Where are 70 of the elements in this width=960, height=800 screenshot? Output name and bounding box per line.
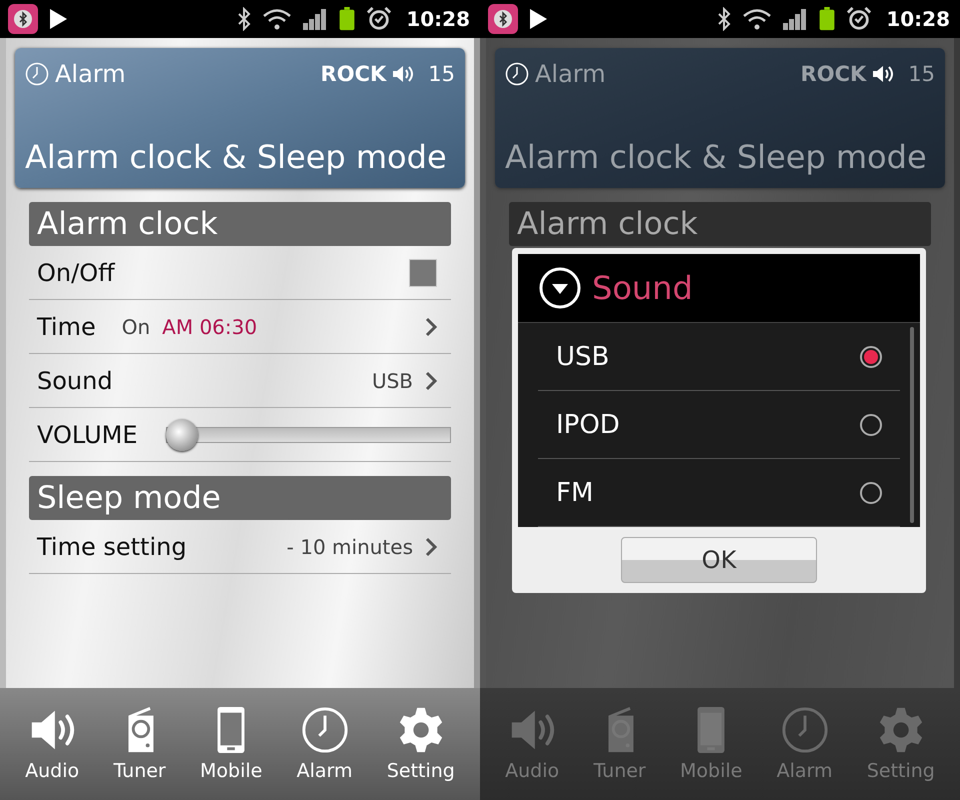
battery-icon bbox=[338, 7, 356, 31]
page-title: Alarm clock & Sleep mode bbox=[505, 138, 928, 176]
section-header: Sleep mode bbox=[29, 476, 451, 520]
nav-tab[interactable]: Tuner bbox=[113, 706, 166, 782]
dialog-title: Sound bbox=[592, 269, 693, 307]
sound-option[interactable]: USB bbox=[538, 323, 900, 391]
nav-tab[interactable]: Mobile bbox=[680, 706, 742, 782]
app-icon[interactable] bbox=[488, 4, 518, 34]
row-label: On/Off bbox=[37, 258, 115, 286]
volume-level: 15 bbox=[908, 62, 935, 86]
play-icon bbox=[48, 7, 68, 31]
setting-row[interactable]: Sound USB bbox=[29, 354, 451, 408]
row-label: Sound bbox=[37, 366, 113, 394]
ok-button[interactable]: OK bbox=[621, 537, 817, 583]
row-value: - 10 minutes bbox=[286, 534, 413, 558]
volume-icon bbox=[392, 64, 414, 84]
nav-tab[interactable]: Audio bbox=[25, 706, 80, 782]
radio-button[interactable] bbox=[860, 346, 882, 368]
checkbox[interactable] bbox=[409, 258, 437, 286]
genre-label: ROCK bbox=[320, 62, 386, 86]
signal-icon bbox=[782, 7, 808, 31]
play-icon bbox=[528, 7, 548, 31]
section-header: Alarm clock bbox=[509, 202, 931, 246]
mode-label: Alarm bbox=[535, 60, 606, 88]
section-header: Alarm clock bbox=[29, 202, 451, 246]
clock-icon bbox=[780, 706, 829, 754]
status-text: On bbox=[122, 314, 150, 338]
row-value: USB bbox=[372, 368, 413, 392]
wifi-icon bbox=[742, 7, 772, 31]
setting-row[interactable]: Time setting - 10 minutes bbox=[29, 520, 451, 574]
bluetooth-icon bbox=[236, 7, 252, 31]
nav-tab[interactable]: Setting bbox=[386, 706, 455, 782]
clock-time: 10:28 bbox=[886, 7, 950, 31]
clock-icon bbox=[505, 62, 529, 86]
clock-icon bbox=[25, 62, 49, 86]
nav-tab[interactable]: Setting bbox=[866, 706, 935, 782]
nav-tab[interactable]: Tuner bbox=[593, 706, 646, 782]
volume-icon bbox=[872, 64, 894, 84]
sound-option[interactable]: FM bbox=[538, 459, 900, 527]
row-label: VOLUME bbox=[37, 420, 138, 448]
dropdown-icon bbox=[538, 266, 582, 310]
nav-tab[interactable]: Audio bbox=[505, 706, 560, 782]
slider-thumb[interactable] bbox=[166, 418, 198, 450]
volume-level: 15 bbox=[428, 62, 455, 86]
battery-icon bbox=[818, 7, 836, 31]
nav-tab[interactable]: Alarm bbox=[776, 706, 833, 782]
chevron-icon bbox=[425, 536, 437, 556]
clock-icon bbox=[300, 706, 349, 754]
signal-icon bbox=[302, 7, 328, 31]
genre-label: ROCK bbox=[800, 62, 866, 86]
bluetooth-icon bbox=[716, 7, 732, 31]
alarm-clock-icon bbox=[846, 7, 872, 31]
alarm-clock-icon bbox=[366, 7, 392, 31]
nav-tab[interactable]: Mobile bbox=[200, 706, 262, 782]
chevron-icon bbox=[425, 316, 437, 336]
mode-label: Alarm bbox=[55, 60, 126, 88]
page-title: Alarm clock & Sleep mode bbox=[25, 138, 448, 176]
volume-slider[interactable] bbox=[166, 418, 451, 450]
chevron-icon bbox=[425, 370, 437, 390]
row-label: Time bbox=[37, 312, 96, 340]
time-row[interactable]: Time On AM 06:30 bbox=[29, 300, 451, 354]
app-icon[interactable] bbox=[8, 4, 38, 34]
nav-tab[interactable]: Alarm bbox=[296, 706, 353, 782]
alarm-time: AM 06:30 bbox=[162, 314, 258, 338]
row-label: Time setting bbox=[37, 532, 187, 560]
radio-button[interactable] bbox=[860, 482, 882, 504]
wifi-icon bbox=[262, 7, 292, 31]
sound-option[interactable]: IPOD bbox=[538, 391, 900, 459]
radio-button[interactable] bbox=[860, 414, 882, 436]
clock-time: 10:28 bbox=[406, 7, 470, 31]
